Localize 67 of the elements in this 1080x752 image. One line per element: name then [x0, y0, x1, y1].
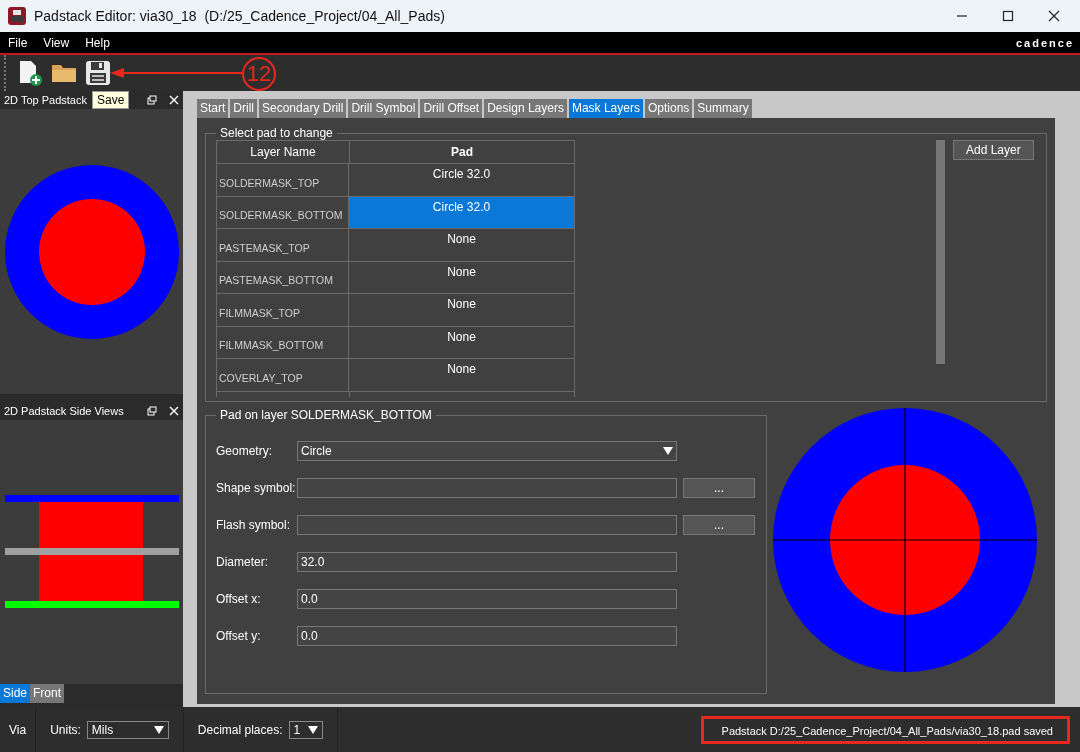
browse-button[interactable]: ... — [683, 514, 755, 535]
table-cell[interactable]: Circle 32.0 — [349, 196, 574, 228]
table-cell[interactable]: COVERLAY_TOP — [217, 359, 349, 391]
units-dropdown[interactable]: Mils — [86, 720, 169, 739]
column-header: Layer Name — [217, 141, 350, 163]
table-cell[interactable]: None — [349, 359, 574, 391]
field-label: Shape symbol: — [216, 480, 297, 495]
table-cell[interactable]: None — [349, 229, 574, 261]
tooltip: Save — [92, 91, 130, 109]
app-icon — [8, 7, 26, 25]
menu-item[interactable]: File — [8, 35, 28, 50]
float-icon[interactable] — [147, 95, 157, 105]
menu-item[interactable]: Help — [85, 35, 110, 50]
add-layer-button[interactable]: Add Layer — [953, 140, 1034, 160]
caret-icon[interactable] — [153, 725, 164, 734]
field-label: Offset x: — [216, 591, 262, 606]
close-icon[interactable] — [1048, 10, 1060, 22]
tab[interactable]: Start — [197, 99, 229, 118]
maximize-icon[interactable] — [1002, 10, 1014, 22]
group-title: Pad on layer SOLDERMASK_BOTTOM — [219, 408, 433, 422]
input-field[interactable]: 0.0 — [297, 625, 677, 646]
decimals-label: Decimal places: — [197, 722, 283, 737]
decimals-dropdown[interactable]: 1 — [288, 720, 323, 739]
view-tab[interactable]: Side — [0, 684, 31, 703]
float-icon[interactable] — [147, 406, 157, 416]
caret-icon[interactable] — [307, 725, 318, 734]
table-cell[interactable]: FILMMASK_TOP — [217, 294, 349, 326]
browse-button[interactable]: ... — [683, 477, 755, 498]
table-cell[interactable]: SOLDERMASK_TOP — [217, 164, 349, 196]
tab[interactable]: Drill Symbol — [348, 99, 419, 118]
menu-item[interactable]: View — [43, 35, 70, 50]
table-cell[interactable]: PASTEMASK_BOTTOM — [217, 261, 349, 293]
table-cell[interactable]: None — [349, 326, 574, 358]
table-cell[interactable]: Circle 32.0 — [349, 164, 574, 196]
tab[interactable]: Drill — [230, 99, 257, 118]
field-label: Diameter: — [216, 554, 269, 569]
units-label: Units: — [50, 722, 81, 737]
tab[interactable]: Drill Offset — [420, 99, 483, 118]
field-label: Offset y: — [216, 628, 262, 643]
column-header: Pad — [450, 144, 474, 161]
tab[interactable]: Summary — [694, 99, 752, 118]
tab[interactable]: Options — [644, 99, 693, 118]
input-field[interactable]: 0.0 — [297, 588, 677, 609]
caret-icon[interactable] — [663, 446, 673, 455]
status-message: Padstack D:/25_Cadence_Project/04_All_Pads/via30_18.pad saved — [700, 715, 1070, 744]
mode-label: Via — [0, 707, 37, 752]
input-field[interactable] — [297, 477, 677, 498]
table-cell[interactable]: PASTEMASK_TOP — [217, 229, 349, 261]
tab[interactable]: Mask Layers — [568, 99, 643, 118]
brand-logo: cadence — [1015, 36, 1074, 49]
field-label: Geometry: — [216, 443, 273, 458]
view-tab[interactable]: Front — [30, 684, 65, 703]
tab[interactable]: Design Layers — [484, 99, 567, 118]
window-title: Padstack Editor: via30_18 (D:/25_Cadence_Project/04_All_Pads) — [34, 8, 445, 24]
table-cell[interactable]: FILMMASK_BOTTOM — [217, 326, 349, 358]
input-field[interactable]: 32.0 — [297, 551, 677, 572]
field-label: Flash symbol: — [216, 517, 292, 532]
scrollbar-thumb[interactable] — [936, 140, 945, 364]
group-title: Select pad to change — [219, 126, 334, 140]
table-cell[interactable]: None — [349, 294, 574, 326]
geometry-dropdown[interactable]: Circle — [297, 440, 677, 461]
input-field[interactable] — [297, 514, 677, 535]
table-cell[interactable]: None — [349, 261, 574, 293]
tab[interactable]: Secondary Drill — [259, 99, 347, 118]
panel-title: 2D Padstack Side Views — [4, 405, 124, 417]
save-icon[interactable] — [84, 59, 112, 87]
panel-title: 2D Top Padstack — [4, 94, 87, 106]
